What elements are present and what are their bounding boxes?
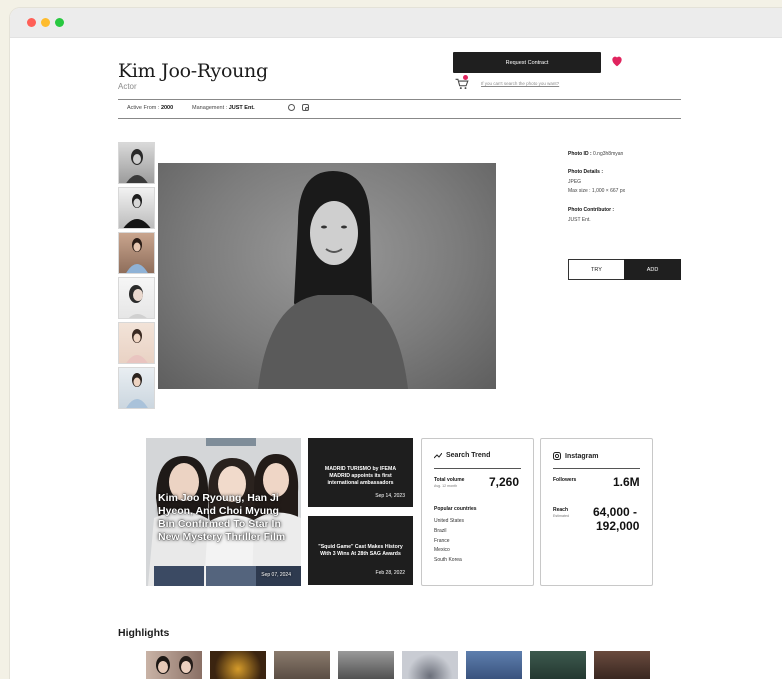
photo-thumbnail[interactable]	[118, 367, 155, 409]
photo-format: JPEG	[568, 179, 582, 185]
trend-icon	[434, 452, 442, 458]
photo-id: Photo ID : 0.ng3h8myan	[568, 151, 624, 157]
country-item: Brazil	[434, 528, 447, 534]
total-volume-label: Total volume	[434, 477, 465, 483]
highlights-title: Highlights	[118, 627, 170, 639]
featured-news-title: Kim Joo Ryoung, Han Ji Hyeon, And Choi M…	[158, 492, 286, 543]
panel-divider	[434, 468, 521, 469]
news-card-date: Feb 28, 2022	[375, 570, 405, 576]
instagram-icon[interactable]	[302, 104, 309, 111]
reach-label: Reach	[553, 507, 569, 513]
header-divider	[118, 99, 681, 100]
photo-contributor: JUST Ent.	[568, 217, 591, 223]
highlight-thumbnail[interactable]	[338, 651, 394, 679]
heart-icon[interactable]	[610, 54, 624, 68]
country-item: South Korea	[434, 557, 462, 563]
photo-max-size: Max size : 1,000 × 667 px	[568, 188, 626, 194]
photo-thumbnail[interactable]	[118, 232, 155, 274]
highlight-thumbnail[interactable]	[210, 651, 266, 679]
actor-name: Kim Joo-Ryoung	[118, 60, 268, 82]
globe-icon[interactable]	[288, 104, 295, 111]
news-card[interactable]: "Squid Game" Cast Makes History With 3 W…	[308, 516, 413, 585]
photo-contributor-label: Photo Contributor :	[568, 207, 615, 213]
add-button[interactable]: ADD	[624, 259, 681, 280]
instagram-icon	[553, 452, 561, 460]
cant-find-link[interactable]: If you can't search the photo you want?	[481, 81, 559, 86]
actor-role: Actor	[118, 82, 137, 91]
try-button[interactable]: TRY	[568, 259, 625, 280]
meta-divider	[118, 118, 681, 119]
instagram-title: Instagram	[553, 452, 598, 460]
management: Management : JUST Ent.	[192, 105, 255, 111]
featured-news-date: Sep 07, 2024	[261, 572, 291, 578]
reach-sub: Estimated	[553, 514, 569, 518]
maximize-window-button[interactable]	[55, 18, 64, 27]
news-card[interactable]: MADRID TURISMO by IFEMA MADRID appoints …	[308, 438, 413, 507]
highlight-thumbnail[interactable]	[402, 651, 458, 679]
followers-label: Followers	[553, 477, 577, 483]
highlight-thumbnail[interactable]	[466, 651, 522, 679]
total-volume-sub: Avg. 12 month	[434, 484, 458, 488]
photo-details-label: Photo Details :	[568, 169, 604, 175]
search-trend-panel: Search Trend Total volume Avg. 12 month …	[421, 438, 534, 586]
panel-divider	[553, 468, 640, 469]
highlight-thumbnail[interactable]	[530, 651, 586, 679]
reach-value-end: 192,000	[596, 519, 640, 533]
instagram-panel: Instagram Followers 1.6M Reach Estimated…	[540, 438, 653, 586]
cart-icon[interactable]	[455, 78, 469, 90]
country-item: France	[434, 538, 450, 544]
highlight-thumbnail[interactable]	[274, 651, 330, 679]
followers-value: 1.6M	[613, 475, 640, 489]
news-card-title: MADRID TURISMO by IFEMA MADRID appoints …	[324, 466, 397, 486]
country-item: Mexico	[434, 547, 450, 553]
minimize-window-button[interactable]	[41, 18, 50, 27]
close-window-button[interactable]	[27, 18, 36, 27]
browser-window: Kim Joo-Ryoung Actor Request Contract If…	[10, 8, 782, 679]
request-contract-button[interactable]: Request Contract	[453, 52, 601, 73]
highlight-thumbnail[interactable]	[594, 651, 650, 679]
highlight-thumbnail[interactable]	[146, 651, 202, 679]
country-item: United States	[434, 518, 465, 524]
news-card-title: "Squid Game" Cast Makes History With 3 W…	[318, 544, 403, 557]
cart-badge	[463, 75, 468, 80]
photo-thumbnail[interactable]	[118, 277, 155, 319]
featured-news-card[interactable]: Kim Joo Ryoung, Han Ji Hyeon, And Choi M…	[146, 438, 301, 586]
title-bar	[10, 8, 782, 38]
reach-value-start: 64,000 -	[593, 505, 638, 519]
photo-thumbnail[interactable]	[118, 142, 155, 184]
search-trend-title: Search Trend	[434, 452, 490, 459]
photo-thumbnail[interactable]	[118, 322, 155, 364]
total-volume-value: 7,260	[489, 475, 520, 489]
news-card-date: Sep 14, 2023	[375, 493, 405, 499]
photo-thumbnail[interactable]	[118, 187, 155, 229]
active-from: Active From : 2000	[127, 105, 174, 111]
popular-countries-label: Popular countries	[434, 506, 477, 512]
main-photo[interactable]	[158, 163, 496, 389]
